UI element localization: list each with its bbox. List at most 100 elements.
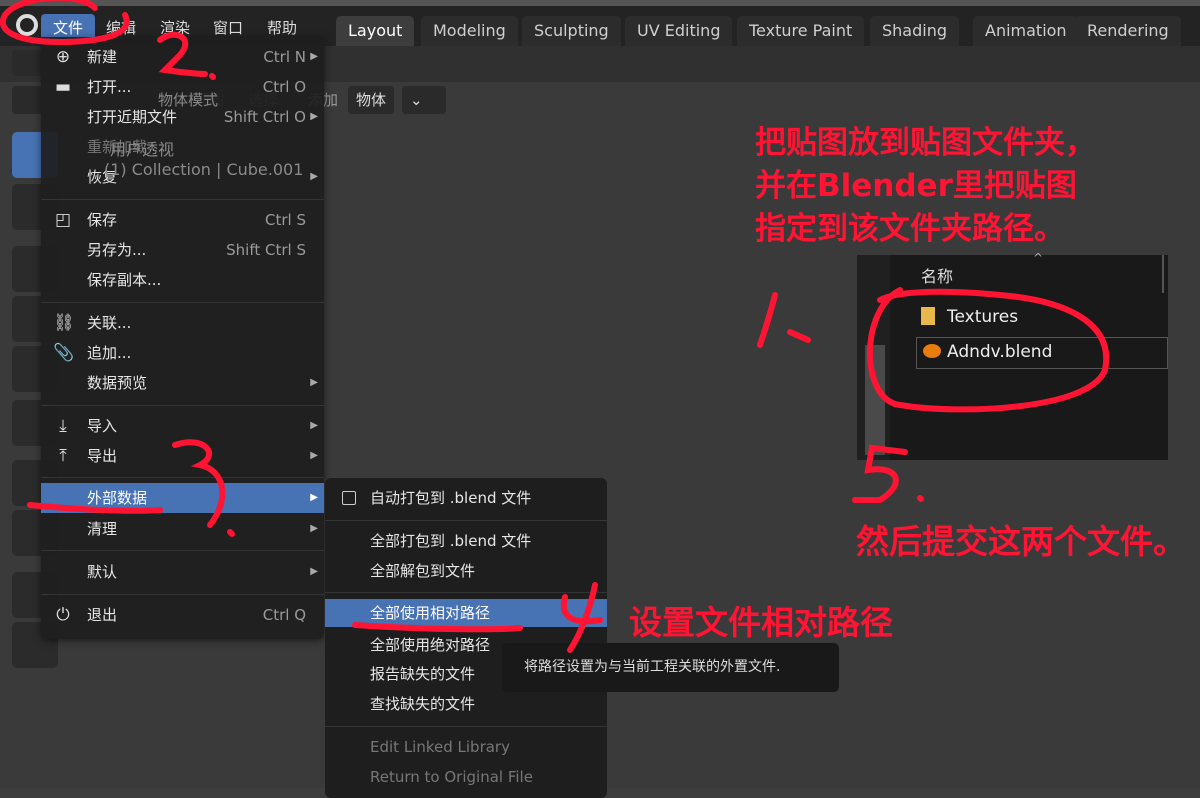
external-data-submenu: 自动打包到 .blend 文件 全部打包到 .blend 文件 全部解包到文件 … [325,478,607,798]
submenu-arrow-icon: ▶ [310,420,318,431]
file-row-blend[interactable]: Adndv.blend [916,337,1168,369]
label: 全部打包到 .blend 文件 [370,532,532,550]
paperclip-icon: 📎 [53,343,75,363]
menu-object[interactable]: 物体 [348,86,395,114]
label: 打开近期文件 [87,108,178,126]
menu-item-new[interactable]: ⊕ 新建 Ctrl N ▶ [41,42,324,72]
label: 查找缺失的文件 [370,695,476,713]
tab-animation[interactable]: Animation [973,16,1079,46]
shading-dropdown-icon[interactable]: ⌄ [402,86,446,114]
submenu-arrow-icon: ▶ [310,51,318,62]
blender-logo-icon[interactable] [16,14,38,36]
transform-pivot-icon[interactable] [12,50,42,76]
submenu-arrow-icon: ▶ [310,566,318,577]
label: 自动打包到 .blend 文件 [370,489,532,507]
menu-item-edit-linked-library: Edit Linked Library [325,732,607,762]
menu-item-quit[interactable]: ⏻ 退出 Ctrl Q [41,600,324,630]
menu-item-link[interactable]: ⛓ 关联... [41,308,324,338]
file-explorer-snippet: 名称 ^ Textures Adndv.blend [857,251,1168,460]
menu-item-data-previews[interactable]: 数据预览 ▶ [41,368,324,398]
checkbox[interactable] [342,491,356,505]
label: 全部使用绝对路径 [370,636,491,654]
label: 外部数据 [87,489,148,507]
shortcut: Shift Ctrl O [223,108,306,126]
menu-item-open-recent[interactable]: 打开近期文件 Shift Ctrl O ▶ [41,102,324,132]
label: 保存 [87,211,118,229]
menu-item-recover[interactable]: 恢复 ▶ [41,162,324,192]
menu-item-save-as[interactable]: 另存为... Shift Ctrl S [41,235,324,265]
menu-item-open[interactable]: ▬ 打开... Ctrl O [41,72,324,102]
file-name: Textures [947,307,1019,327]
sort-caret-icon: ^ [1033,251,1044,265]
menu-item-pack-all[interactable]: 全部打包到 .blend 文件 [325,526,607,556]
separator [41,302,324,303]
shortcut: Shift Ctrl S [226,241,306,259]
separator [41,594,324,595]
label: 新建 [87,48,118,66]
label: 导入 [87,417,118,435]
folder-icon: ▬ [54,77,72,97]
tab-layout[interactable]: Layout [336,16,415,46]
annotation-line: 并在Blender里把贴图 [755,168,1077,204]
tab-uv-editing[interactable]: UV Editing [625,16,733,46]
annotation-line: 指定到该文件夹路径。 [755,211,1065,247]
shortcut: Ctrl N [263,48,306,66]
column-divider [1162,255,1164,293]
submenu-arrow-icon: ▶ [310,523,318,534]
menu-item-revert: 重新加载 [41,132,324,162]
menu-item-defaults[interactable]: 默认 ▶ [41,557,324,587]
label: 保存副本... [87,271,162,289]
separator [41,405,324,406]
label: 报告缺失的文件 [370,665,476,683]
label: 追加... [87,344,132,362]
menu-item-auto-pack[interactable]: 自动打包到 .blend 文件 [325,483,607,513]
tab-rendering[interactable]: Rendering [1075,16,1181,46]
label: 数据预览 [87,374,148,392]
label: 重新加载 [87,138,148,156]
import-icon: ⤓ [59,416,67,436]
menu-item-unpack-all[interactable]: 全部解包到文件 [325,556,607,586]
menu-item-save-copy[interactable]: 保存副本... [41,265,324,295]
menu-item-export[interactable]: ⤒ 导出 ▶ [41,441,324,471]
separator [41,199,324,200]
menu-item-append[interactable]: 📎 追加... [41,338,324,368]
submenu-arrow-icon: ▶ [310,450,318,461]
menu-item-make-paths-relative[interactable]: 全部使用相对路径 [325,599,607,627]
separator [41,550,324,551]
annotation-instructions: 把贴图放到贴图文件夹， 并在Blender里把贴图 指定到该文件夹路径。 [755,122,1096,251]
tab-modeling[interactable]: Modeling [421,16,518,46]
folder-icon [921,307,935,325]
blender-file-icon [923,344,941,358]
label: 全部解包到文件 [370,562,476,580]
label: 默认 [87,563,118,581]
file-menu: ⊕ 新建 Ctrl N ▶ ▬ 打开... Ctrl O 打开近期文件 Shift Ctrl… [41,37,324,639]
select-box-icon[interactable] [12,86,42,114]
menu-item-save[interactable]: ◰ 保存 Ctrl S [41,205,324,235]
submenu-arrow-icon: ▶ [310,377,318,388]
tab-texture-paint[interactable]: Texture Paint [737,16,865,46]
label: 恢复 [87,168,118,186]
menu-item-import[interactable]: ⤓ 导入 ▶ [41,411,324,441]
separator [325,520,607,521]
scrollbar[interactable] [857,255,890,460]
menu-item-clean-up[interactable]: 清理 ▶ [41,514,324,544]
menu-item-external-data[interactable]: 外部数据 ▶ [41,483,324,513]
file-row-textures[interactable]: Textures [921,307,1018,327]
column-header-name[interactable]: 名称 [921,263,953,287]
submenu-arrow-icon: ▶ [310,492,318,503]
label: 打开... [87,78,132,96]
link-icon: ⛓ [53,313,75,333]
label: 导出 [87,447,118,465]
annotation-submit: 然后提交这两个文件。 [856,522,1186,561]
export-icon: ⤒ [59,446,67,466]
annotation-relative-path: 设置文件相对路径 [629,603,893,642]
tab-shading[interactable]: Shading [870,16,959,46]
menu-item-find-missing[interactable]: 查找缺失的文件 [325,689,607,719]
label: 退出 [87,606,118,624]
label: 清理 [87,520,118,538]
annotation-line: 把贴图放到贴图文件夹， [755,125,1096,161]
tab-sculpting[interactable]: Sculpting [522,16,621,46]
shortcut: Ctrl O [262,78,306,96]
new-file-icon: ⊕ [55,47,71,67]
submenu-arrow-icon: ▶ [310,171,318,182]
